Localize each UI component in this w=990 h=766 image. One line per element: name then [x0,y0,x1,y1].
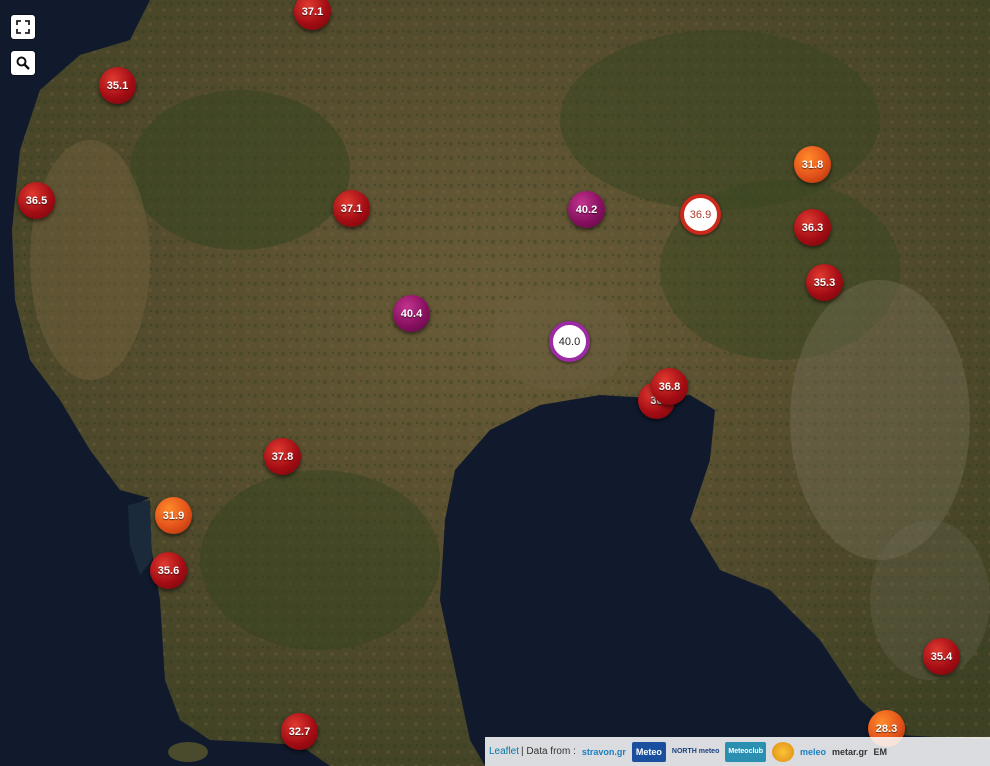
satellite-basemap [0,0,990,766]
temperature-marker[interactable]: 35.3 [806,264,843,301]
temperature-marker[interactable]: 36.3 [794,209,831,246]
fullscreen-icon [16,20,30,34]
temperature-marker[interactable]: 37.1 [333,190,370,227]
temperature-marker[interactable]: 35.4 [923,638,960,675]
meteo-logo[interactable]: Meteo [631,741,666,762]
meteoclub-logo[interactable]: Meteoclub [725,741,766,762]
temperature-marker[interactable]: 36.9 [680,194,721,235]
data-from-label: | Data from : [521,746,576,757]
temperature-marker[interactable]: 36.8 [651,368,688,405]
temperature-marker[interactable]: 35.1 [99,67,136,104]
temperature-marker[interactable]: 40.4 [393,295,430,332]
fullscreen-button[interactable] [11,15,35,39]
leaflet-link[interactable]: Leaflet [489,746,519,757]
temperature-marker[interactable]: 32.7 [281,713,318,750]
north-meteo-logo[interactable]: NORTH meteo [672,742,719,762]
meleo-logo[interactable]: meleo [800,742,826,762]
temperature-marker[interactable]: 31.9 [155,497,192,534]
map-canvas[interactable]: 37.1 35.1 36.5 37.1 40.2 36.9 31.8 36.3 35.3 40.4… [0,0,990,766]
temperature-marker[interactable]: 35.6 [150,552,187,589]
metar-logo[interactable]: metar.gr [832,742,868,762]
weather-logo[interactable] [771,741,794,762]
em-logo[interactable]: EM [874,742,888,762]
temperature-marker[interactable]: 37.8 [264,438,301,475]
temperature-marker[interactable]: 31.8 [794,146,831,183]
stravon-logo[interactable]: stravon.gr [582,742,626,762]
attribution-bar: Leaflet | Data from : stravon.gr Meteo N… [485,737,990,766]
search-button[interactable] [11,51,35,75]
temperature-marker[interactable]: 36.5 [18,182,55,219]
search-icon [16,56,30,70]
temperature-marker[interactable]: 40.2 [568,191,605,228]
temperature-marker[interactable]: 40.0 [549,321,590,362]
